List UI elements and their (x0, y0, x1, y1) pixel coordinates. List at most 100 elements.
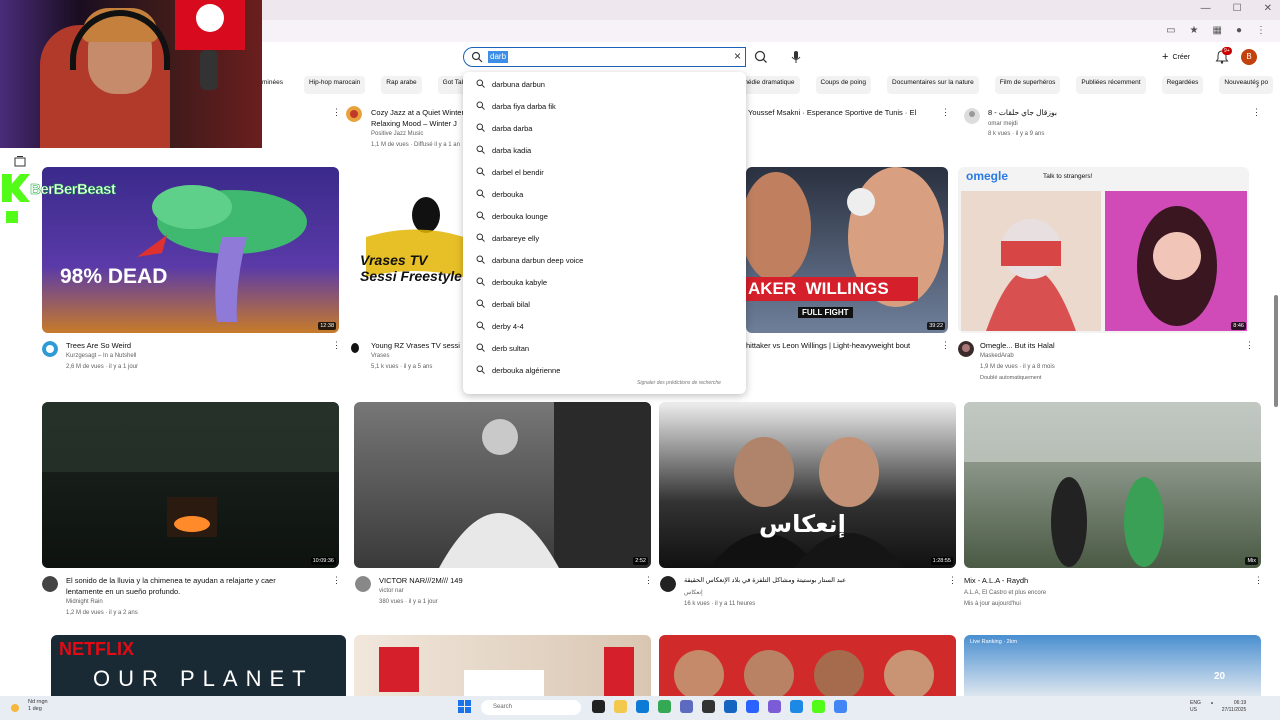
bookmark-star-icon[interactable]: ★ (1190, 25, 1199, 36)
search-suggestion[interactable]: derbouka kabyle (463, 271, 746, 293)
app-icon[interactable] (834, 700, 847, 713)
page-scrollbar[interactable] (1274, 295, 1278, 407)
video-title[interactable]: Youssef Msakni · Esperance Sportive de T… (748, 107, 916, 118)
create-button[interactable]: + Créer (1162, 49, 1190, 65)
system-tray[interactable]: ENG US ◔ 06:19 27/11/2025 (1190, 700, 1246, 714)
extensions-icon[interactable]: ▦ (1213, 25, 1222, 36)
chip-0[interactable]: Hip-hop marocain (303, 76, 366, 94)
minimize-icon[interactable]: — (1201, 3, 1211, 14)
search-button[interactable] (750, 48, 772, 66)
chip-9[interactable]: Nouveautés po (1219, 76, 1274, 94)
search-suggestion[interactable]: derb sultan (463, 337, 746, 359)
chip-4[interactable]: Coups de poing (815, 76, 872, 94)
clear-search-icon[interactable]: × (734, 49, 741, 63)
video-title[interactable]: hittaker vs Leon Willings | Light-heavyw… (746, 340, 910, 351)
discord-icon[interactable] (768, 700, 781, 713)
channel-avatar[interactable] (958, 341, 974, 357)
profile-icon[interactable]: ● (1236, 25, 1242, 36)
video-thumbnail[interactable]: Vrases TV Sessi Freestyle (354, 167, 464, 333)
search-suggestion[interactable]: darbuna darbun (463, 73, 746, 95)
weather-icon[interactable] (8, 701, 22, 715)
search-suggestion[interactable]: darba darba (463, 117, 746, 139)
video-title[interactable]: Omegle... But its Halal (980, 340, 1055, 351)
video-title[interactable]: Mix - A.L.A - Raydh (964, 575, 1028, 586)
install-icon[interactable]: ▭ (1166, 25, 1175, 36)
search-suggestion[interactable]: derbouka algérienne (463, 359, 746, 381)
video-title[interactable]: Young RZ Vrases TV sessi (371, 340, 460, 351)
voice-search-mic-icon[interactable] (786, 48, 806, 66)
channel-name[interactable]: Kurzgesagt – In a Nutshell (66, 351, 136, 361)
search-box[interactable]: darb × (463, 47, 746, 67)
wifi-icon[interactable]: ◔ (1209, 700, 1214, 714)
search-suggestion[interactable]: darbuna darbun deep voice (463, 249, 746, 271)
maximize-icon[interactable]: ☐ (1233, 3, 1242, 14)
video-thumbnail[interactable]: إنعكاس 1:28:55 (659, 402, 956, 568)
channel-name[interactable]: omar mejdi (988, 119, 1018, 129)
search-suggestion[interactable]: darbel el bendir (463, 161, 746, 183)
video-thumbnail[interactable]: 10:09:36 (42, 402, 339, 568)
video-title[interactable]: Cozy Jazz at a Quiet Winter Relaxing Moo… (371, 107, 466, 129)
channel-name[interactable]: إنعكاس (684, 588, 703, 598)
app-icon[interactable] (746, 700, 759, 713)
video-thumbnail[interactable]: Live Ranking · 2km 20 (964, 635, 1261, 696)
video-thumbnail[interactable]: Mix (964, 402, 1261, 568)
task-view-icon[interactable] (592, 700, 605, 713)
chip-next-arrow-icon[interactable]: › (1256, 80, 1259, 90)
channel-name[interactable]: victor nar (379, 586, 404, 596)
more-options-icon[interactable]: ⋮ (941, 107, 950, 118)
channel-avatar[interactable] (346, 106, 362, 122)
chrome-icon[interactable] (658, 700, 671, 713)
obs-icon[interactable] (702, 700, 715, 713)
more-options-icon[interactable]: ⋮ (1245, 340, 1254, 351)
chip-6[interactable]: Film de superhéros (994, 76, 1061, 94)
windows-start-icon[interactable] (458, 700, 471, 713)
kick-app-icon[interactable] (812, 700, 825, 713)
chip-1[interactable]: Rap arabe (381, 76, 422, 94)
video-title[interactable]: 8 - بوزقال جاي حلقات (988, 107, 1057, 118)
more-options-icon[interactable]: ⋮ (1252, 107, 1261, 118)
video-thumbnail[interactable]: 2:52 (354, 402, 651, 568)
menu-dots-icon[interactable]: ⋮ (1256, 25, 1266, 36)
search-suggestion[interactable]: derby 4-4 (463, 315, 746, 337)
channel-avatar[interactable] (42, 576, 58, 592)
more-options-icon[interactable]: ⋮ (948, 575, 957, 586)
video-thumbnail[interactable] (354, 635, 651, 696)
more-options-icon[interactable]: ⋮ (332, 340, 341, 351)
search-input[interactable]: darb (488, 51, 509, 63)
edge-icon[interactable] (636, 700, 649, 713)
app-icon[interactable] (680, 700, 693, 713)
search-suggestion[interactable]: darba kadia (463, 139, 746, 161)
channel-name[interactable]: A.L.A, El Castro et plus encore (964, 588, 1046, 598)
video-thumbnail[interactable]: omegle Talk to strangers! 8:46 (958, 167, 1249, 333)
channel-avatar[interactable] (660, 576, 676, 592)
channel-avatar[interactable] (347, 341, 363, 357)
app-icon[interactable] (790, 700, 803, 713)
sidebar-library-icon[interactable] (14, 155, 26, 167)
close-icon[interactable]: ✕ (1264, 3, 1272, 14)
search-suggestion[interactable]: darbareye elly (463, 227, 746, 249)
video-title[interactable]: VICTOR NAR///2M/// 149 (379, 575, 463, 586)
chip-5[interactable]: Documentaires sur la nature (887, 76, 979, 94)
file-explorer-icon[interactable] (614, 700, 627, 713)
channel-avatar[interactable] (355, 576, 371, 592)
chip-7[interactable]: Publiées récemment (1076, 76, 1146, 94)
video-title[interactable]: El sonido de la lluvia y la chimenea te … (66, 575, 306, 597)
search-suggestion[interactable]: derbali bilal (463, 293, 746, 315)
search-suggestion[interactable]: derbouka lounge (463, 205, 746, 227)
app-icon[interactable] (724, 700, 737, 713)
channel-avatar[interactable] (42, 341, 58, 357)
chip-partial[interactable]: minées (262, 76, 288, 94)
search-suggestion[interactable]: derbouka (463, 183, 746, 205)
channel-avatar[interactable] (964, 108, 980, 124)
taskbar-search[interactable]: Search (481, 700, 581, 715)
channel-name[interactable]: Positive Jazz Music (371, 129, 423, 139)
chip-8[interactable]: Regardées (1161, 76, 1204, 94)
video-thumbnail[interactable]: AKER WILLINGS FULL FIGHT 39:22 (746, 167, 948, 333)
more-options-icon[interactable]: ⋮ (332, 107, 341, 118)
report-predictions-link[interactable]: Signaler des prédictions de recherche (637, 380, 721, 386)
more-options-icon[interactable]: ⋮ (1254, 575, 1263, 586)
weather-widget[interactable]: Nd rngn 1 deg (28, 699, 48, 713)
video-title[interactable]: عبد الستار بوستيتة ومشاكل التلفزة في بلا… (684, 575, 934, 586)
channel-name[interactable]: Midnight Rain (66, 597, 103, 607)
account-avatar[interactable]: B (1241, 49, 1257, 65)
